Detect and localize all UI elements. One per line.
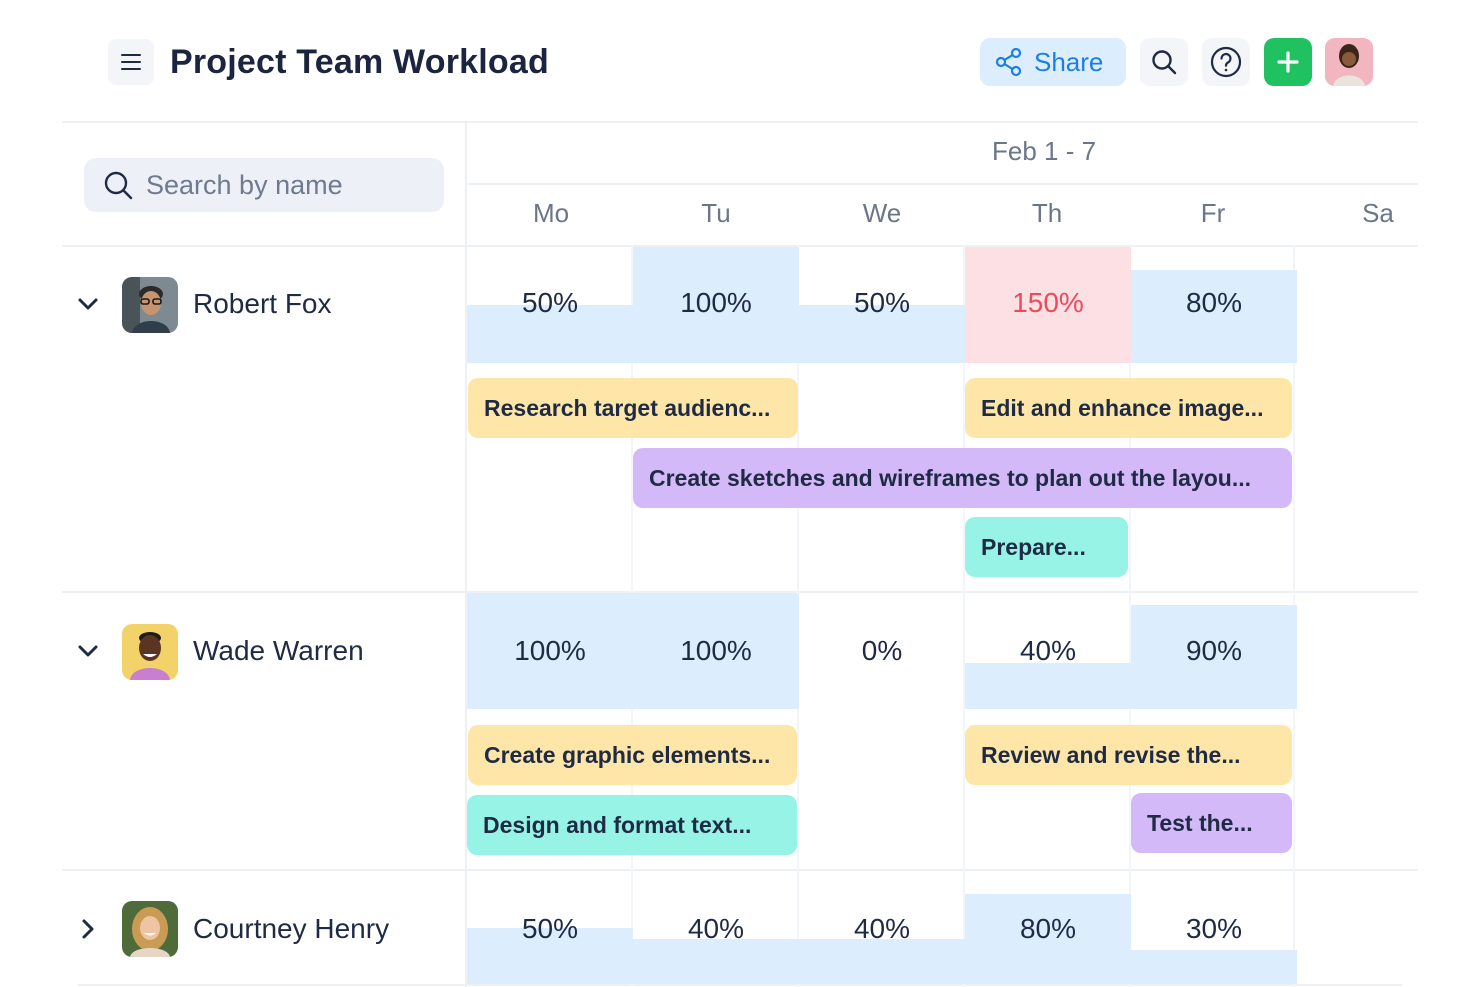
workload-cell[interactable]: 40%	[965, 593, 1131, 709]
expand-toggle[interactable]	[74, 915, 102, 943]
workload-cell[interactable]: 80%	[965, 871, 1131, 984]
workload-fill	[965, 663, 1131, 709]
workload-percent: 100%	[680, 635, 752, 666]
workload-percent: 80%	[1185, 287, 1243, 318]
chevron-right-icon	[82, 919, 94, 939]
workload-cell[interactable]: 40%	[799, 871, 965, 984]
workload-percent: 80%	[1019, 913, 1077, 944]
day-header-mo: Mo	[532, 198, 570, 228]
day-header-tu: Tu	[701, 198, 731, 228]
workload-percent: 90%	[1185, 635, 1243, 666]
avatar	[122, 277, 178, 333]
task-bar[interactable]: Edit and enhance image...	[965, 378, 1292, 438]
expand-toggle[interactable]	[74, 637, 102, 665]
search-icon	[1152, 50, 1177, 75]
menu-icon	[121, 54, 141, 70]
workload-cell[interactable]: 50%	[467, 247, 633, 363]
avatar	[122, 624, 178, 680]
workload-percent: 50%	[521, 287, 579, 318]
day-header-th: Th	[1031, 198, 1063, 228]
task-bar[interactable]: Prepare...	[965, 517, 1128, 577]
workload-percent: 30%	[1185, 913, 1243, 944]
help-button[interactable]	[1202, 38, 1250, 86]
workload-fill	[1131, 950, 1297, 984]
expand-toggle[interactable]	[74, 290, 102, 318]
help-icon	[1210, 46, 1242, 78]
task-bar[interactable]: Review and revise the...	[965, 725, 1292, 785]
workload-cell[interactable]: 90%	[1131, 593, 1297, 709]
workload-percent: 40%	[1019, 635, 1077, 666]
task-bar[interactable]: Create graphic elements...	[468, 725, 797, 785]
workload-cell[interactable]: 0%	[799, 593, 965, 709]
day-header-sa: Sa	[1362, 198, 1394, 228]
date-range-label: Feb 1 - 7	[992, 136, 1097, 166]
workload-cell[interactable]: 100%	[633, 247, 799, 363]
search-button[interactable]	[1140, 38, 1188, 86]
workload-cell[interactable]: 100%	[633, 593, 799, 709]
workload-percent: 100%	[680, 287, 752, 318]
range-divider	[468, 183, 1418, 185]
search-box[interactable]	[84, 158, 444, 212]
workload-cell[interactable]: 40%	[633, 871, 799, 984]
person-name[interactable]: Wade Warren	[193, 635, 364, 667]
workload-cell[interactable]: 50%	[467, 871, 633, 984]
workload-percent: 100%	[514, 635, 586, 666]
workload-percent: 50%	[521, 913, 579, 944]
task-bar[interactable]: Test the...	[1131, 793, 1292, 853]
header-divider	[62, 121, 1418, 123]
workload-cell[interactable]: 30%	[1131, 871, 1297, 984]
user-avatar[interactable]	[1325, 38, 1373, 86]
menu-button[interactable]	[108, 39, 154, 85]
plus-icon	[1277, 51, 1299, 73]
chevron-down-icon	[78, 645, 98, 657]
workload-cell[interactable]: 100%	[467, 593, 633, 709]
task-bar[interactable]: Create sketches and wireframes to plan o…	[633, 448, 1292, 508]
person-name[interactable]: Robert Fox	[193, 288, 332, 320]
workload-percent: 150%	[1012, 287, 1084, 318]
search-input[interactable]	[146, 169, 426, 201]
row-divider	[78, 984, 1402, 986]
share-button[interactable]: Share	[980, 38, 1126, 86]
chevron-down-icon	[78, 298, 98, 310]
workload-cell[interactable]: 150%	[965, 247, 1131, 363]
workload-fill	[799, 939, 965, 984]
add-button[interactable]	[1264, 38, 1312, 86]
workload-percent: 50%	[853, 287, 911, 318]
workload-percent: 40%	[853, 913, 911, 944]
workload-cell[interactable]: 80%	[1131, 247, 1297, 363]
workload-percent: 0%	[861, 635, 903, 666]
avatar	[122, 901, 178, 957]
search-icon	[104, 171, 133, 200]
workload-fill	[633, 939, 799, 984]
day-header-we: We	[862, 198, 902, 228]
day-header-fr: Fr	[1200, 198, 1226, 228]
task-bar[interactable]: Research target audienc...	[468, 378, 798, 438]
share-label: Share	[1034, 46, 1104, 77]
person-name[interactable]: Courtney Henry	[193, 913, 389, 945]
workload-cell[interactable]: 50%	[799, 247, 965, 363]
workload-percent: 40%	[687, 913, 745, 944]
page-title: Project Team Workload	[170, 43, 549, 81]
share-icon	[995, 47, 1022, 77]
task-bar[interactable]: Design and format text...	[467, 795, 797, 855]
